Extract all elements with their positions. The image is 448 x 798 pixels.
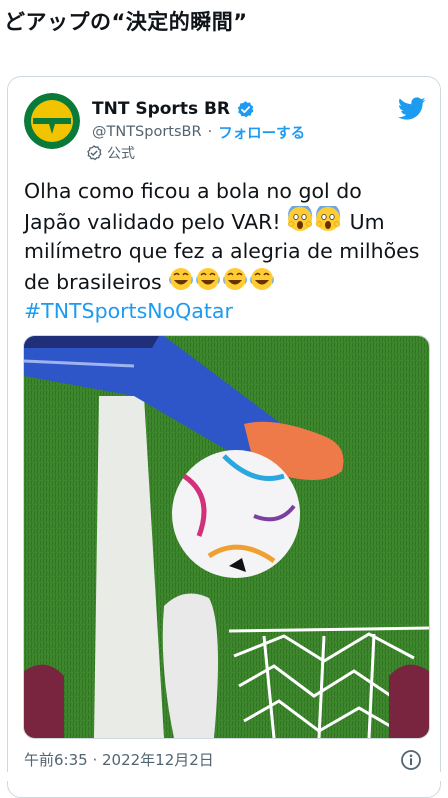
embedded-tweet-card[interactable]: TNT Sports BR @TNTSportsBR · フォローする 公式 O…: [7, 76, 441, 798]
display-name[interactable]: TNT Sports BR: [92, 99, 230, 119]
tweet-line: Olha como ficou a bola no gol do: [24, 179, 362, 203]
bottom-edge: [0, 772, 448, 781]
hashtag-link[interactable]: #TNTSportsNoQatar: [24, 297, 429, 326]
follow-button[interactable]: フォローする: [218, 122, 305, 143]
official-label-row: 公式: [86, 143, 135, 163]
official-check-icon: [87, 145, 102, 161]
tweet-line: de brasileiros: [24, 266, 429, 297]
separator-dot: ·: [207, 124, 213, 140]
handle-row: @TNTSportsBR · フォローする: [92, 121, 305, 143]
tweet-line: milímetro que fez a alegria de milhões: [24, 239, 420, 263]
article-headline: どアップの“決定的瞬間”: [4, 10, 248, 34]
face-with-tears-of-joy-emoji: [169, 267, 275, 291]
tweet-text: Olha como ficou a bola no gol do Japão v…: [24, 177, 429, 326]
twitter-bird-icon[interactable]: [398, 97, 426, 121]
handle[interactable]: @TNTSportsBR: [92, 124, 202, 140]
tweet-timestamp[interactable]: 午前6:35 · 2022年12月2日: [24, 749, 214, 771]
tweet-line-text: de brasileiros: [24, 270, 162, 294]
hashtag[interactable]: #TNTSportsNoQatar: [24, 299, 233, 323]
verified-badge-icon: [237, 100, 254, 117]
tweet-line-text: Japão validado pelo VAR!: [24, 210, 281, 234]
info-icon[interactable]: [400, 749, 422, 771]
tweet-line: Japão validado pelo VAR! Um: [24, 206, 429, 237]
face-screaming-emoji: [316, 206, 341, 231]
tweet-line-text: Um: [349, 210, 385, 234]
official-label: 公式: [107, 146, 135, 162]
tweet-photo[interactable]: [23, 335, 430, 739]
avatar[interactable]: [24, 93, 80, 149]
face-screaming-emoji: [288, 206, 313, 231]
author-name-row[interactable]: TNT Sports BR: [92, 97, 255, 121]
